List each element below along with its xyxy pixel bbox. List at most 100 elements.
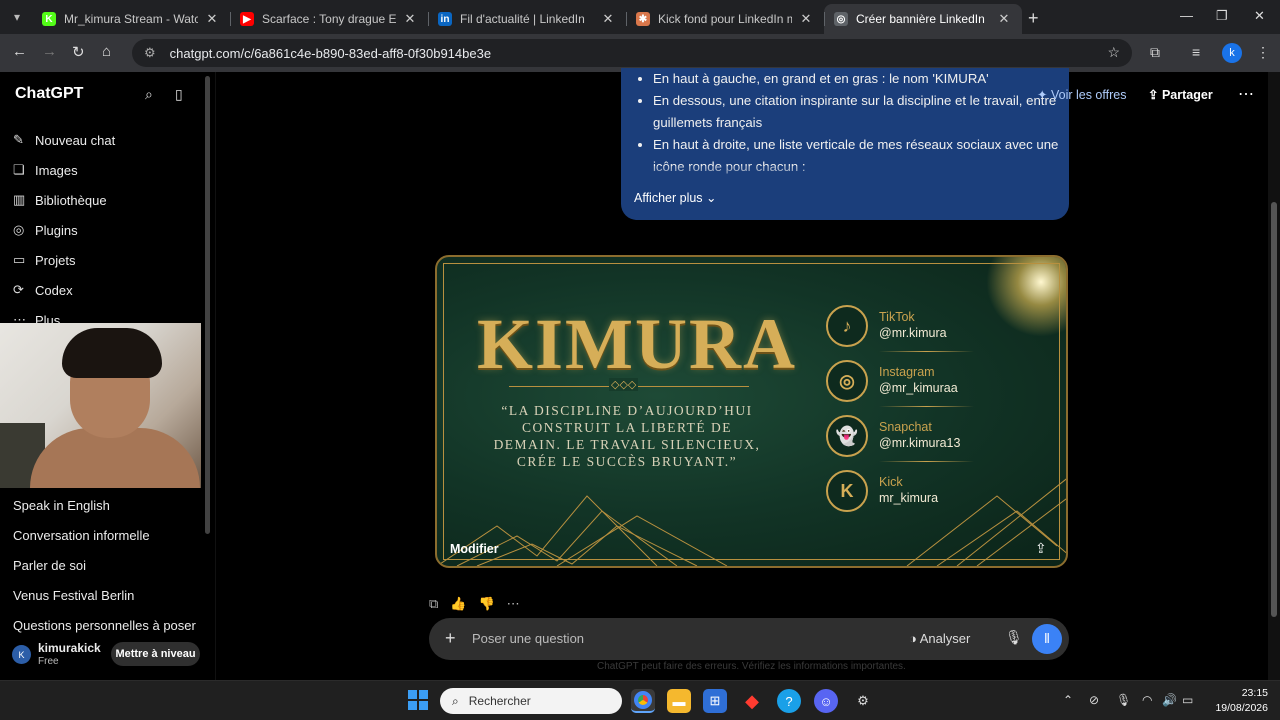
attach-plus-icon[interactable]: + xyxy=(445,628,456,649)
analyze-button[interactable]: ◑ Analyser xyxy=(909,631,970,646)
new-tab-icon[interactable]: + xyxy=(1028,8,1039,29)
upgrade-button[interactable]: Mettre à niveau xyxy=(111,642,200,666)
export-icon[interactable]: ⇪ xyxy=(1035,540,1047,557)
history-item[interactable]: Parler de soi xyxy=(13,550,196,580)
edit-image-button[interactable]: Modifier xyxy=(450,542,499,556)
sidebar-item-3[interactable]: ◎ Plugins xyxy=(13,215,115,245)
forward-icon[interactable]: → xyxy=(42,43,57,60)
main-scrollbar-thumb[interactable] xyxy=(1271,202,1277,617)
social-network-name: Snapchat xyxy=(879,420,932,434)
brand-title[interactable]: ChatGPT xyxy=(15,85,83,103)
tab-favicon-icon: ✱ xyxy=(636,12,650,26)
store-icon[interactable]: ⊞ xyxy=(703,689,727,713)
search-icon: ⌕ xyxy=(452,693,459,708)
browser-tab[interactable]: ◎ Créer bannière LinkedIn ✕ xyxy=(824,4,1022,34)
tab-close-icon[interactable]: ✕ xyxy=(996,11,1012,27)
voice-mode-icon[interactable]: ⦀ xyxy=(1032,624,1062,654)
mic-tray-icon[interactable]: 🎙 xyxy=(1116,693,1131,707)
show-more-button[interactable]: Afficher plus ⌄ xyxy=(634,190,717,205)
social-separator xyxy=(879,406,974,407)
history-item[interactable]: Speak in English xyxy=(13,490,196,520)
sidebar-item-label: Bibliothèque xyxy=(35,192,107,208)
message-bullets: En haut à gauche, en grand et en gras : … xyxy=(653,68,1063,178)
user-name: kimurakick xyxy=(38,641,101,655)
windows-start-icon[interactable] xyxy=(408,690,428,710)
prompt-input[interactable]: Poser une question xyxy=(472,631,584,646)
tab-title: Kick fond pour LinkedIn mr_kim xyxy=(658,12,792,26)
taskbar-search[interactable]: ⌕ Rechercher xyxy=(440,688,622,714)
site-info-icon[interactable]: ⚙ xyxy=(144,45,156,61)
browser-tab[interactable]: ✱ Kick fond pour LinkedIn mr_kim ✕ xyxy=(626,4,824,34)
profile-avatar[interactable]: k xyxy=(1222,43,1242,63)
maximize-icon[interactable]: ❐ xyxy=(1216,8,1228,24)
tab-close-icon[interactable]: ✕ xyxy=(204,11,220,27)
sidebar-item-4[interactable]: ▭ Projets xyxy=(13,245,115,275)
social-network-icon: K xyxy=(826,470,868,512)
tab-close-icon[interactable]: ✕ xyxy=(600,11,616,27)
browser-tab[interactable]: in Fil d'actualité | LinkedIn ✕ xyxy=(428,4,626,34)
social-handle: @mr.kimura13 xyxy=(879,436,961,450)
sidebar-item-2[interactable]: ▥ Bibliothèque xyxy=(13,185,115,215)
more-actions-icon[interactable]: ⋯ xyxy=(507,596,520,612)
close-window-icon[interactable]: ✕ xyxy=(1254,8,1265,24)
help-icon[interactable]: ? xyxy=(777,689,801,713)
tab-close-icon[interactable]: ✕ xyxy=(798,11,814,27)
clock-date: 19/08/2026 xyxy=(1215,702,1268,714)
sidebar-scrollbar[interactable] xyxy=(205,76,210,534)
home-icon[interactable]: ⌂ xyxy=(102,43,111,60)
history-item[interactable]: Venus Festival Berlin xyxy=(13,580,196,610)
sidebar-item-5[interactable]: ⟳ Codex xyxy=(13,275,115,305)
user-message: En haut à gauche, en grand et en gras : … xyxy=(621,68,1069,220)
wifi-icon[interactable]: ◠ xyxy=(1142,693,1152,707)
file-explorer-icon[interactable]: ▬ xyxy=(667,689,691,713)
settings-icon[interactable]: ⚙ xyxy=(851,689,875,713)
tray-chevron-icon[interactable]: ⌃ xyxy=(1063,693,1073,707)
taskbar-clock[interactable]: 23:15 19/08/2026 xyxy=(1208,686,1268,716)
social-handle: @mr.kimura xyxy=(879,326,947,340)
thumbs-up-icon[interactable]: 👍 xyxy=(450,596,466,612)
main-scrollbar[interactable] xyxy=(1268,72,1280,680)
tab-search-icon[interactable]: ▾ xyxy=(6,6,28,28)
view-offers-button[interactable]: ✦ Voir les offres xyxy=(1037,87,1126,102)
chrome-icon[interactable] xyxy=(631,689,655,713)
battery-icon[interactable]: ▭ xyxy=(1182,693,1193,707)
back-icon[interactable]: ← xyxy=(12,43,27,60)
generated-banner-image[interactable]: KIMURA “LA DISCIPLINE D’AUJOURD’HUI CONS… xyxy=(435,255,1068,568)
sidebar-item-label: Plugins xyxy=(35,222,78,238)
reload-icon[interactable]: ↻ xyxy=(72,43,85,61)
sidebar-nav: ✎ Nouveau chat ❏ Images ▥ Bibliothèque ◎ Plugin… xyxy=(13,125,115,335)
browser-menu-icon[interactable]: ⋮ xyxy=(1256,44,1270,61)
user-panel[interactable]: K kimurakick Free Mettre à niveau xyxy=(0,632,216,680)
share-button[interactable]: ⇪ Partager xyxy=(1148,87,1213,102)
tab-close-icon[interactable]: ✕ xyxy=(402,11,418,27)
microphone-icon[interactable]: 🎙 xyxy=(1005,629,1023,646)
more-options-icon[interactable]: ⋯ xyxy=(1238,84,1254,104)
address-bar[interactable]: ⚙ chatgpt.com/c/6a861c4e-b890-83ed-aff8-… xyxy=(132,39,1132,67)
copy-icon[interactable]: ⧉ xyxy=(429,596,438,612)
sidebar-item-1[interactable]: ❏ Images xyxy=(13,155,115,185)
history-item[interactable]: Conversation informelle xyxy=(13,520,196,550)
url-text: chatgpt.com/c/6a861c4e-b890-83ed-aff8-0f… xyxy=(169,45,492,61)
share-icon: ⇪ xyxy=(1148,88,1159,102)
social-network-name: TikTok xyxy=(879,310,915,324)
extensions-icon[interactable]: ⧉ xyxy=(1150,44,1160,61)
social-separator xyxy=(879,351,974,352)
sidebar-toggle-icon[interactable]: ▯ xyxy=(175,86,183,103)
share-label: Partager xyxy=(1161,88,1213,102)
bookmark-star-icon[interactable]: ☆ xyxy=(1107,44,1120,61)
network-off-icon[interactable]: ⊘ xyxy=(1089,693,1099,707)
social-network-icon: ♪ xyxy=(826,305,868,347)
reading-list-icon[interactable]: ≡ xyxy=(1192,44,1200,60)
user-avatar[interactable]: K xyxy=(12,645,31,664)
volume-icon[interactable]: 🔊 xyxy=(1162,693,1177,707)
browser-toolbar: ← → ↻ ⌂ ⚙ chatgpt.com/c/6a861c4e-b890-83… xyxy=(0,34,1280,72)
browser-tab[interactable]: K Mr_kimura Stream - Watch Live ✕ xyxy=(32,4,230,34)
search-icon[interactable]: ⌕ xyxy=(145,86,153,103)
minimize-icon[interactable]: — xyxy=(1180,8,1193,23)
sidebar-item-0[interactable]: ✎ Nouveau chat xyxy=(13,125,115,155)
discord-icon[interactable]: ☺ xyxy=(814,689,838,713)
thumbs-down-icon[interactable]: 👎 xyxy=(478,596,494,612)
red-app-icon[interactable]: ◆ xyxy=(740,689,764,713)
view-offers-label: Voir les offres xyxy=(1050,88,1127,102)
browser-tab[interactable]: ▶ Scarface : Tony drague Elvira Cl ✕ xyxy=(230,4,428,34)
